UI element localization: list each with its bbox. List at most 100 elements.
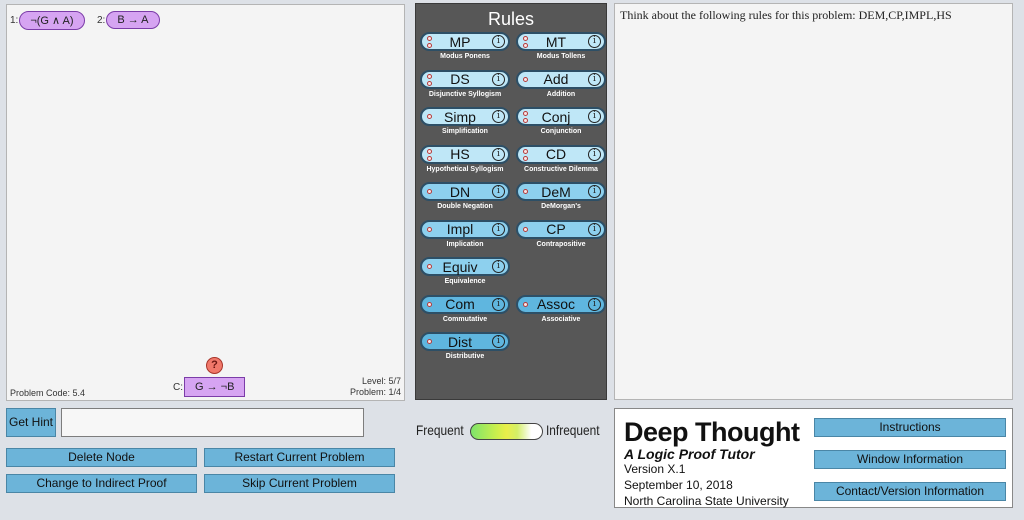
infrequent-label: Infrequent [546,422,600,438]
info-icon[interactable]: i [588,35,601,48]
rule-button[interactable]: DN i [420,182,510,201]
info-icon[interactable]: i [492,35,505,48]
premise-count-icon [523,111,528,123]
rule-button[interactable]: Impl i [420,219,510,239]
rule-name: Simp [444,108,476,125]
rule-dist[interactable]: Dist i Distributive [420,332,510,360]
conclusion[interactable]: C: G → ¬B [173,377,246,397]
rule-hs[interactable]: HS i Hypothetical Syllogism [420,144,510,173]
info-icon[interactable]: i [588,110,601,123]
contact-version-button[interactable]: Contact/Version Information [814,482,1006,501]
rule-equiv[interactable]: Equiv i Equivalence [420,257,510,285]
premise-number: 2: [97,14,106,26]
rule-name: DS [450,71,470,87]
rule-mp[interactable]: MP i Modus Ponens [420,32,510,60]
date-text: September 10, 2018 [624,478,733,492]
rule-description: Commutative [442,315,488,323]
premise-node[interactable]: ¬(G ∧ A) [19,11,85,30]
rule-button[interactable]: Assoc i [516,294,606,314]
rule-button[interactable]: CP i [516,219,606,239]
info-icon[interactable]: i [588,222,601,236]
info-icon[interactable]: i [492,72,505,86]
skip-problem-button[interactable]: Skip Current Problem [204,474,395,493]
frequency-slider[interactable] [470,423,543,440]
get-hint-button[interactable]: Get Hint [6,408,56,437]
rule-name: MP [449,33,471,50]
info-icon[interactable]: i [492,147,505,161]
rule-cp[interactable]: CP i Contrapositive [516,219,606,248]
premise-1[interactable]: 1: ¬(G ∧ A) [10,11,85,30]
rule-cd[interactable]: CD i Constructive Dilemma [516,144,606,173]
premise-node[interactable]: B → A [106,11,160,29]
rule-name: MT [545,33,567,50]
info-icon[interactable]: i [588,185,601,198]
premise-count-icon [523,226,528,232]
premise-count-icon [427,301,432,307]
premise-count-icon [427,73,432,86]
rule-name: Add [543,71,569,87]
rule-simp[interactable]: Simp i Simplification [420,107,510,135]
rule-ds[interactable]: DS i Disjunctive Syllogism [420,69,510,98]
rule-description: Simplification [442,128,488,135]
premise-number: 1: [10,15,19,26]
rule-conj[interactable]: Conj i Conjunction [516,107,606,135]
info-icon[interactable]: i [588,72,601,86]
rule-name: Com [445,296,475,312]
rule-button[interactable]: Dist i [420,332,510,351]
rule-button[interactable]: MP i [420,32,510,51]
rule-button[interactable]: DeM i [516,182,606,201]
rule-dn[interactable]: DN i Double Negation [420,182,510,210]
rule-button[interactable]: Com i [420,294,510,314]
question-mark-icon[interactable]: ? [206,357,223,374]
rule-dem[interactable]: DeM i DeMorgan's [516,182,606,210]
rule-name: Equiv [442,258,478,275]
rule-button[interactable]: MT i [516,32,606,51]
info-icon[interactable]: i [588,297,601,311]
rule-button[interactable]: Simp i [420,107,510,126]
premise-count-icon [427,114,432,119]
rule-button[interactable]: Conj i [516,107,606,126]
rule-button[interactable]: HS i [420,144,510,164]
rule-button[interactable]: Add i [516,69,606,89]
info-icon[interactable]: i [492,335,505,348]
info-icon[interactable]: i [492,185,505,198]
version-text: Version X.1 [624,462,686,476]
conclusion-node[interactable]: G → ¬B [184,377,246,397]
instructions-button[interactable]: Instructions [814,418,1006,437]
rule-description: Hypothetical Syllogism [426,165,504,173]
rule-name: DeM [541,183,571,200]
rule-name: Dist [447,333,473,350]
rule-description: Double Negation [437,203,493,210]
rule-name: Assoc [536,296,576,312]
window-information-button[interactable]: Window Information [814,450,1006,469]
app-title: Deep Thought [624,417,800,447]
delete-node-button[interactable]: Delete Node [6,448,197,467]
frequent-label: Frequent [416,422,464,438]
rule-name: CD [545,146,567,162]
rule-assoc[interactable]: Assoc i Associative [516,294,606,323]
premise-count-icon [427,339,432,344]
premise-2[interactable]: 2: B → A [97,11,160,29]
rule-description: Constructive Dilemma [524,165,598,173]
rule-description: Addition [546,90,576,98]
info-icon[interactable]: i [492,222,505,236]
info-icon[interactable]: i [492,110,505,123]
rule-add[interactable]: Add i Addition [516,69,606,98]
rule-name: Impl [446,221,474,237]
proof-canvas[interactable]: 1: ¬(G ∧ A) 2: B → A ? C: G → ¬B Problem… [6,4,405,401]
info-icon[interactable]: i [492,297,505,311]
premise-count-icon [427,226,432,232]
indirect-proof-button[interactable]: Change to Indirect Proof [6,474,197,493]
rule-mt[interactable]: MT i Modus Tollens [516,32,606,60]
about-panel: Deep Thought A Logic Proof Tutor Version… [614,408,1013,508]
rule-com[interactable]: Com i Commutative [420,294,510,323]
rule-name: CP [546,221,566,237]
info-icon[interactable]: i [492,260,505,273]
rule-button[interactable]: CD i [516,144,606,164]
premise-count-icon [523,36,528,48]
rule-button[interactable]: DS i [420,69,510,89]
rule-button[interactable]: Equiv i [420,257,510,276]
info-icon[interactable]: i [588,147,601,161]
rule-impl[interactable]: Impl i Implication [420,219,510,248]
restart-problem-button[interactable]: Restart Current Problem [204,448,395,467]
